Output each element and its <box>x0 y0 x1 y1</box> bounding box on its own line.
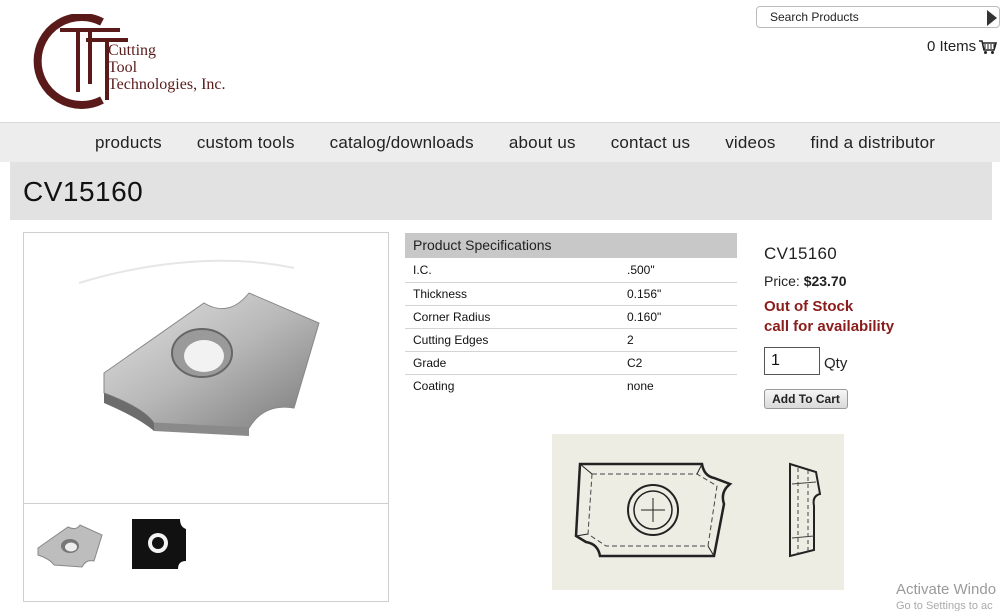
table-row: Cutting Edges 2 <box>405 328 737 352</box>
insert-thumb-photo <box>37 524 103 568</box>
logo-line-3: Technologies, Inc. <box>108 76 226 93</box>
spec-label: Coating <box>413 378 455 393</box>
main-product-image[interactable] <box>24 233 388 504</box>
nav-catalog-downloads[interactable]: catalog/downloads <box>330 133 474 153</box>
thumbnail-1[interactable] <box>30 513 110 583</box>
logo-line-2: Tool <box>108 59 138 76</box>
insert-photo <box>78 259 320 436</box>
purchase-panel: CV15160 Price: $23.70 Out of Stock call … <box>764 244 1000 337</box>
windows-activation-subtitle: Go to Settings to ac <box>896 600 993 611</box>
technical-drawing[interactable] <box>552 434 844 590</box>
spec-value: .500" <box>627 259 737 283</box>
price-label: Price: <box>764 273 800 289</box>
table-row: Coating none <box>405 374 737 397</box>
spec-label: Grade <box>405 351 627 375</box>
specs-heading: Product Specifications <box>405 233 737 258</box>
stock-status: Out of Stock call for availability <box>764 297 1000 337</box>
title-band: CV15160 <box>10 162 992 220</box>
spec-value: none <box>627 378 654 393</box>
cart-count: 0 Items <box>927 38 977 55</box>
spec-value: C2 <box>627 351 737 375</box>
price-value: $23.70 <box>803 273 847 289</box>
logo-line-1: Cutting <box>108 42 157 59</box>
nav-about-us[interactable]: about us <box>509 133 576 153</box>
specs-table: I.C. .500" Thickness 0.156" Corner Radiu… <box>405 259 737 397</box>
table-row: I.C. .500" <box>405 259 737 283</box>
quantity-label: Qty <box>824 354 848 372</box>
nav-find-distributor[interactable]: find a distributor <box>811 133 936 153</box>
stock-line-2: call for availability <box>764 318 895 335</box>
spec-label: Corner Radius <box>405 305 627 329</box>
spec-label: Cutting Edges <box>405 328 627 352</box>
stock-line-1: Out of Stock <box>764 298 854 315</box>
spec-value: 0.156" <box>627 282 737 306</box>
add-to-cart-button[interactable]: Add To Cart <box>764 389 848 409</box>
quantity-input[interactable] <box>764 347 820 375</box>
insert-drawing <box>574 462 822 558</box>
image-gallery <box>23 232 389 602</box>
nav-contact-us[interactable]: contact us <box>611 133 691 153</box>
spec-label: I.C. <box>405 259 627 283</box>
spec-value: 2 <box>627 328 737 352</box>
table-row: Corner Radius 0.160" <box>405 305 737 329</box>
search-input[interactable] <box>770 10 970 24</box>
cart-icon <box>979 39 998 54</box>
logo-text: Cutting Tool Technologies, Inc. <box>108 42 226 93</box>
main-nav: products custom tools catalog/downloads … <box>0 122 1000 162</box>
nav-custom-tools[interactable]: custom tools <box>197 133 295 153</box>
spec-value: 0.160" <box>627 305 737 329</box>
page-title: CV15160 <box>23 176 144 207</box>
nav-products[interactable]: products <box>95 133 162 153</box>
table-row: Grade C2 <box>405 351 737 375</box>
nav-videos[interactable]: videos <box>725 133 775 153</box>
search-arrow-icon[interactable] <box>987 10 997 26</box>
product-name: CV15160 <box>764 244 837 263</box>
price-line: Price: $23.70 <box>764 273 1000 289</box>
table-row: Thickness 0.156" <box>405 282 737 306</box>
insert-thumb-dark <box>132 519 186 569</box>
quantity-row: Qty <box>764 347 847 375</box>
thumbnail-2[interactable] <box>122 513 202 583</box>
search-box[interactable] <box>756 6 1000 28</box>
cart-link[interactable]: 0 Items <box>927 38 998 55</box>
windows-activation-title: Activate Windo <box>896 581 997 598</box>
spec-label: Thickness <box>405 282 627 306</box>
